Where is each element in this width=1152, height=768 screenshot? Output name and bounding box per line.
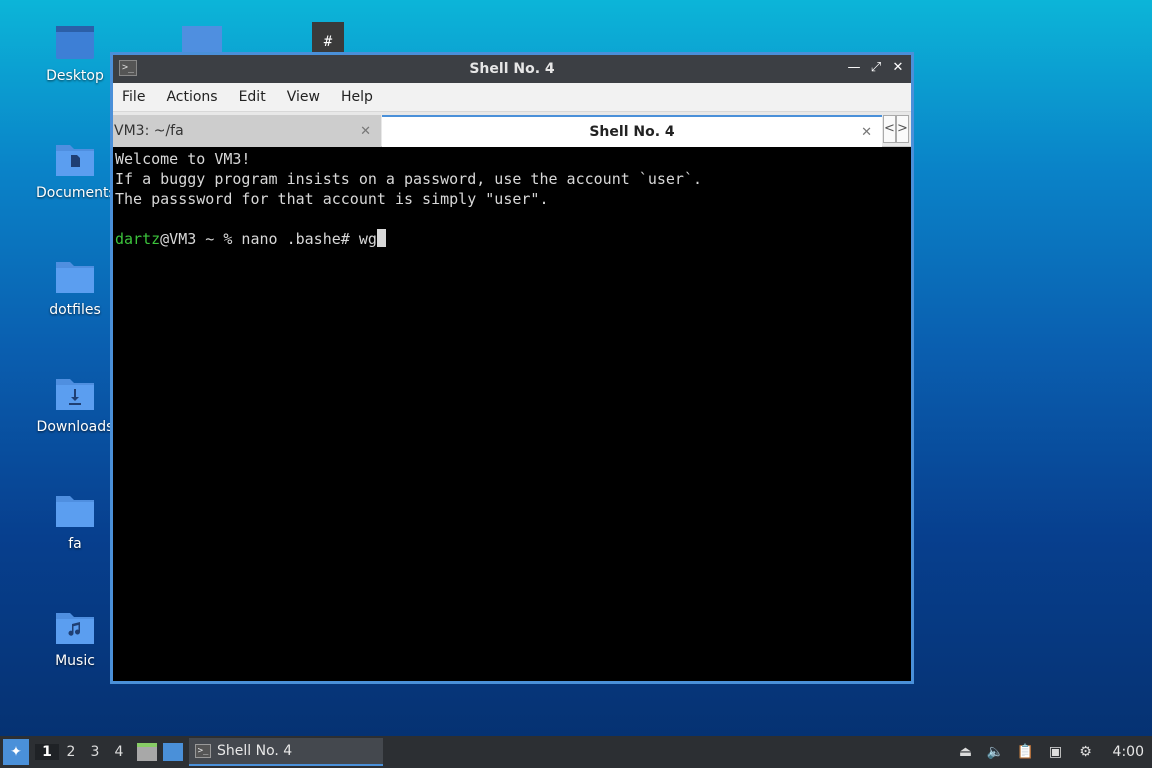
downloads-folder-icon — [55, 375, 95, 411]
terminal-line: If a buggy program insists on a password… — [115, 170, 702, 188]
desktop-icon-label: Desktop — [46, 68, 104, 84]
desktop-icon-label: fa — [68, 536, 82, 552]
terminal-window[interactable]: >_ Shell No. 4 — ⤢ ✕ File Actions Edit V… — [110, 52, 914, 684]
volume-icon[interactable]: 🔈 — [987, 743, 1005, 761]
spreadsheet-file-icon[interactable]: # — [312, 22, 344, 54]
terminal-app-icon: >_ — [119, 60, 137, 76]
folder-icon — [55, 492, 95, 528]
desktop-icon-documents[interactable]: Documents — [36, 141, 116, 201]
terminal-app-icon: >_ — [195, 744, 211, 758]
music-folder-icon — [55, 609, 95, 645]
desktop-icon-music[interactable]: Music — [36, 609, 114, 669]
menu-file[interactable]: File — [122, 89, 153, 105]
tab-label: Shell No. 4 — [589, 124, 675, 140]
tab-scroll-left-icon[interactable]: < — [883, 115, 896, 143]
tab-bar: VM3: ~/fa ✕ Shell No. 4 ✕ < > — [113, 112, 911, 147]
start-menu-icon[interactable]: ✦ — [3, 739, 29, 765]
window-title: Shell No. 4 — [469, 61, 555, 77]
eject-icon[interactable]: ⏏ — [957, 743, 975, 761]
taskbar: ✦ 1 2 3 4 >_ Shell No. 4 ⏏ 🔈 📋 ▣ ⚙ 4:00 — [0, 736, 1152, 768]
clock[interactable]: 4:00 — [1113, 744, 1144, 760]
tab-close-icon[interactable]: ✕ — [360, 124, 371, 139]
tab-scroll-right-icon[interactable]: > — [896, 115, 909, 143]
clipboard-icon[interactable]: 📋 — [1017, 743, 1035, 761]
window-titlebar[interactable]: >_ Shell No. 4 — ⤢ ✕ — [113, 55, 911, 83]
close-icon[interactable]: ✕ — [891, 60, 905, 76]
terminal-line: The passsword for that account is simply… — [115, 190, 549, 208]
desktop-icon-desktop[interactable]: Desktop — [36, 24, 114, 84]
prompt-username: dartz — [115, 230, 161, 248]
notification-icon[interactable]: ⚙ — [1077, 743, 1095, 761]
file-manager-icon[interactable] — [137, 743, 157, 761]
tab-vm3-fa[interactable]: VM3: ~/fa ✕ — [113, 115, 381, 147]
tab-close-icon[interactable]: ✕ — [861, 125, 872, 140]
workspace-4[interactable]: 4 — [107, 744, 131, 760]
prompt-command: @VM3 ~ % nano .bashe# wg — [160, 230, 377, 248]
terminal-cursor — [376, 229, 386, 247]
menu-edit[interactable]: Edit — [239, 89, 274, 105]
workspace-1[interactable]: 1 — [35, 744, 59, 760]
desktop-icon-label: Documents — [36, 185, 116, 201]
desktop-icon-downloads[interactable]: Downloads — [36, 375, 114, 435]
desktop-icon-dotfiles[interactable]: dotfiles — [36, 258, 114, 318]
system-tray: ⏏ 🔈 📋 ▣ ⚙ 4:00 — [957, 736, 1144, 768]
picture-folder-icon[interactable] — [182, 26, 222, 54]
task-label: Shell No. 4 — [217, 743, 293, 759]
workspace-2[interactable]: 2 — [59, 744, 83, 760]
show-desktop-icon[interactable] — [163, 743, 183, 761]
maximize-icon[interactable]: ⤢ — [869, 60, 883, 76]
terminal-prompt-line: dartz@VM3 ~ % nano .bashe# wg — [115, 229, 909, 249]
desktop-icon-fa[interactable]: fa — [36, 492, 114, 552]
menu-view[interactable]: View — [287, 89, 328, 105]
desktop-icon-label: Downloads — [36, 419, 114, 435]
tab-shell-no-4[interactable]: Shell No. 4 ✕ — [382, 115, 882, 147]
menu-bar: File Actions Edit View Help — [113, 83, 911, 112]
workspace-switcher: 1 2 3 4 — [35, 744, 131, 760]
desktop-icon-label: dotfiles — [49, 302, 101, 318]
documents-folder-icon — [55, 141, 95, 177]
terminal-line: Welcome to VM3! — [115, 150, 251, 168]
menu-actions[interactable]: Actions — [166, 89, 225, 105]
folder-icon — [55, 258, 95, 294]
tab-label: VM3: ~/fa — [114, 123, 184, 139]
workspace-3[interactable]: 3 — [83, 744, 107, 760]
network-icon[interactable]: ▣ — [1047, 743, 1065, 761]
desktop-icon-label: Music — [55, 653, 95, 669]
task-button-shell[interactable]: >_ Shell No. 4 — [189, 738, 383, 766]
terminal-output[interactable]: Welcome to VM3! If a buggy program insis… — [113, 147, 911, 681]
minimize-icon[interactable]: — — [847, 60, 861, 76]
menu-help[interactable]: Help — [341, 89, 381, 105]
desktop-folder-icon — [55, 24, 95, 60]
